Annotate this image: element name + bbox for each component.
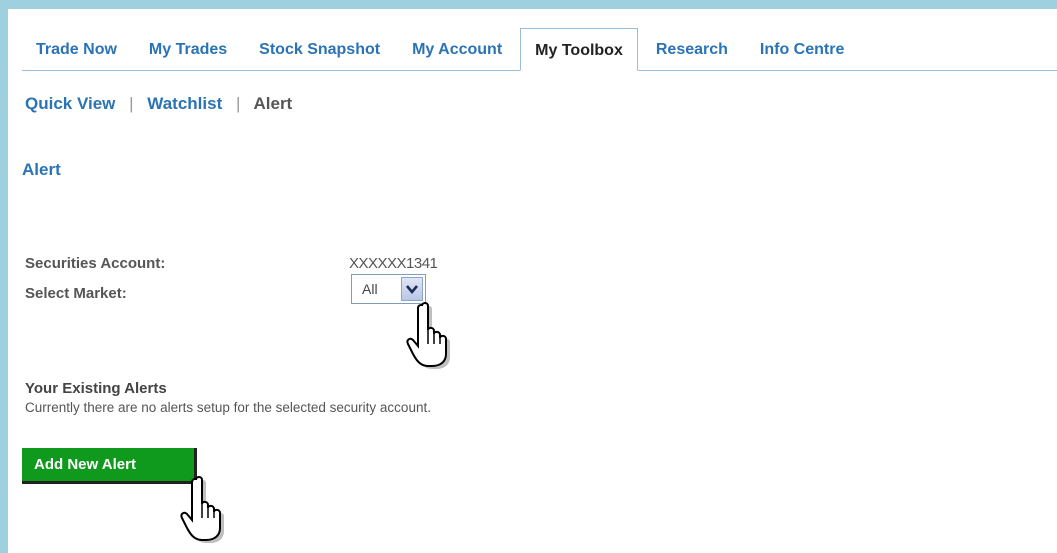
existing-alerts-heading: Your Existing Alerts bbox=[25, 380, 167, 397]
no-alerts-message: Currently there are no alerts setup for … bbox=[25, 400, 431, 415]
tab-my-toolbox[interactable]: My Toolbox bbox=[520, 28, 638, 71]
subnav-separator: | bbox=[235, 94, 241, 113]
securities-account-label: Securities Account: bbox=[25, 255, 166, 272]
hand-pointer-icon bbox=[406, 302, 450, 369]
tab-stock-snapshot[interactable]: Stock Snapshot bbox=[245, 30, 394, 70]
sub-navigation: Quick View | Watchlist | Alert bbox=[25, 94, 292, 114]
tab-my-trades[interactable]: My Trades bbox=[135, 30, 241, 70]
hand-pointer-icon bbox=[180, 476, 224, 543]
main-tab-bar: Trade Now My Trades Stock Snapshot My Ac… bbox=[22, 20, 1057, 71]
chevron-down-icon[interactable] bbox=[401, 277, 423, 301]
select-market-label: Select Market: bbox=[25, 285, 127, 302]
tab-info-centre[interactable]: Info Centre bbox=[746, 30, 858, 70]
tab-trade-now[interactable]: Trade Now bbox=[22, 30, 131, 70]
subnav-quick-view-link[interactable]: Quick View bbox=[25, 94, 115, 113]
subnav-separator: | bbox=[129, 94, 134, 113]
tab-research[interactable]: Research bbox=[642, 30, 742, 70]
select-market-value: All bbox=[362, 281, 378, 297]
subnav-watchlist-link[interactable]: Watchlist bbox=[147, 94, 222, 113]
securities-account-value: XXXXXX1341 bbox=[349, 255, 438, 272]
add-new-alert-button[interactable]: Add New Alert bbox=[22, 448, 197, 484]
subnav-alert-current: Alert bbox=[253, 94, 293, 113]
tab-my-account[interactable]: My Account bbox=[398, 30, 516, 70]
page-title: Alert bbox=[22, 160, 61, 179]
